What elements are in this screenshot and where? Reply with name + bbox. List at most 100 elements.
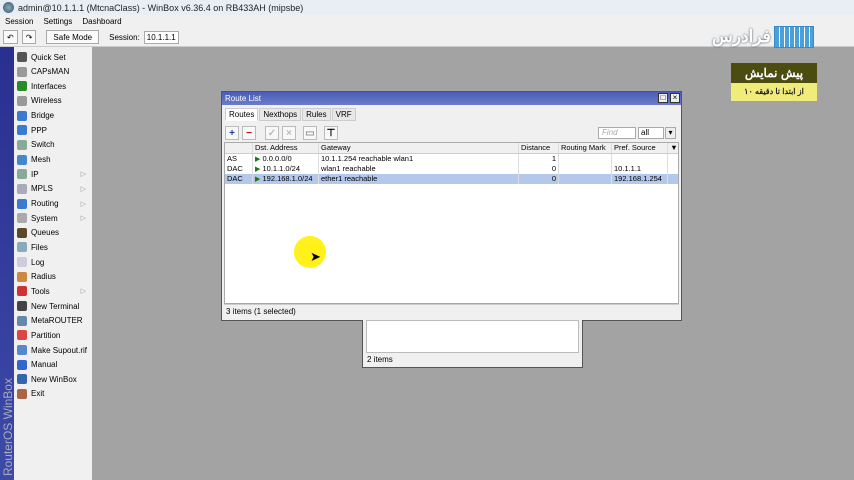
- watermark-logo: فرادرس: [712, 22, 847, 52]
- winbox-logo-icon: [3, 2, 14, 13]
- sidebar-item-wireless[interactable]: Wireless: [14, 94, 92, 108]
- routes-table: Dst. Address Gateway Distance Routing Ma…: [224, 142, 679, 304]
- filter-icon[interactable]: ⊤: [324, 126, 338, 140]
- menu-icon: [17, 330, 27, 341]
- find-input[interactable]: Find: [598, 127, 636, 139]
- cell-flags: AS: [225, 154, 253, 164]
- menu-icon: [17, 227, 27, 238]
- cell-distance: 0: [519, 174, 559, 184]
- route-flag-icon: ▶: [255, 176, 261, 183]
- col-mark[interactable]: Routing Mark: [559, 143, 612, 153]
- sidebar-item-quick-set[interactable]: Quick Set: [14, 50, 92, 64]
- session-field[interactable]: 10.1.1.1: [143, 30, 179, 44]
- sidebar-item-label: CAPsMAN: [31, 67, 70, 77]
- menu-icon: [17, 257, 27, 268]
- close-icon[interactable]: ×: [670, 93, 680, 103]
- sidebar-item-label: PPP: [31, 125, 48, 135]
- sidebar-item-capsman[interactable]: CAPsMAN: [14, 65, 92, 79]
- brand-text: RouterOS WinBox: [1, 377, 15, 476]
- col-distance[interactable]: Distance: [519, 143, 559, 153]
- sidebar-item-switch[interactable]: Switch: [14, 138, 92, 152]
- table-row[interactable]: DAC ▶ 192.168.1.0/24 ether1 reachable 0 192.…: [225, 174, 678, 184]
- menu-icon: [17, 52, 27, 62]
- sidebar-item-make-supout-rif[interactable]: Make Supout.rif: [14, 343, 92, 357]
- sidebar-item-mpls[interactable]: MPLS ▷: [14, 182, 92, 196]
- tab-rules[interactable]: Rules: [302, 108, 331, 121]
- cell-dst: 192.168.1.0/24: [262, 174, 313, 183]
- col-pref[interactable]: Pref. Source: [612, 143, 668, 153]
- tab-nexthops[interactable]: Nexthops: [259, 108, 302, 121]
- table-row[interactable]: AS ▶ 0.0.0.0/0 10.1.1.254 reachable wlan1 1: [225, 154, 678, 164]
- sidebar-item-label: Routing: [31, 199, 59, 208]
- sidebar-item-label: Interfaces: [31, 81, 67, 91]
- menu-session[interactable]: Session: [0, 17, 38, 26]
- sidebar-item-files[interactable]: Files: [14, 240, 92, 254]
- cell-flags: DAC: [225, 174, 253, 184]
- sidebar-item-interfaces[interactable]: Interfaces: [14, 79, 92, 93]
- filter-select[interactable]: all: [638, 127, 664, 139]
- sidebar-item-bridge[interactable]: Bridge: [14, 109, 92, 123]
- menu-icon: [17, 169, 27, 180]
- menu-icon: [17, 374, 27, 385]
- col-dst[interactable]: Dst. Address: [253, 143, 319, 153]
- sidebar-item-tools[interactable]: Tools ▷: [14, 284, 92, 298]
- safe-mode-button[interactable]: Safe Mode: [46, 30, 100, 44]
- cell-flags: DAC: [225, 164, 253, 174]
- route-list-titlebar[interactable]: Route List □ ×: [222, 92, 681, 105]
- background-window: 2 items: [362, 320, 583, 368]
- sidebar-item-mesh[interactable]: Mesh: [14, 153, 92, 167]
- enable-icon[interactable]: ✓: [265, 126, 279, 140]
- sidebar-item-ip[interactable]: IP ▷: [14, 167, 92, 181]
- sidebar-item-new-winbox[interactable]: New WinBox: [14, 372, 92, 386]
- submenu-arrow-icon: ▷: [80, 171, 86, 179]
- sidebar-item-label: MPLS: [31, 184, 53, 194]
- route-flag-icon: ▶: [255, 166, 261, 173]
- sidebar-item-radius[interactable]: Radius: [14, 270, 92, 284]
- sidebar-item-metarouter[interactable]: MetaROUTER: [14, 314, 92, 328]
- sidebar-item-manual[interactable]: Manual: [14, 358, 92, 372]
- menu-icon: [17, 301, 27, 312]
- add-icon[interactable]: +: [225, 126, 239, 140]
- submenu-arrow-icon: ▷: [80, 200, 86, 208]
- sidebar-item-log[interactable]: Log: [14, 255, 92, 269]
- sidebar-item-label: System: [31, 213, 58, 223]
- menu-icon: [17, 139, 27, 150]
- filter-dropdown-icon[interactable]: ▾: [665, 127, 676, 139]
- tab-vrf[interactable]: VRF: [331, 108, 356, 121]
- col-flags[interactable]: [225, 143, 253, 153]
- menu-icon: [17, 345, 27, 355]
- redo-button[interactable]: ↷: [21, 30, 37, 44]
- menu-icon: [17, 388, 27, 399]
- sidebar-item-partition[interactable]: Partition: [14, 328, 92, 342]
- col-gateway[interactable]: Gateway: [319, 143, 519, 153]
- maximize-icon[interactable]: □: [658, 93, 668, 103]
- sidebar-item-routing[interactable]: Routing ▷: [14, 197, 92, 211]
- sidebar-item-label: MetaROUTER: [31, 316, 83, 326]
- menu-icon: [17, 110, 27, 121]
- menu-icon: [17, 183, 27, 194]
- submenu-arrow-icon: ▷: [80, 185, 86, 193]
- brand-strip: RouterOS WinBox: [0, 47, 15, 480]
- table-row[interactable]: DAC ▶ 10.1.1.0/24 wlan1 reachable 0 10.1.1.1: [225, 164, 678, 174]
- sidebar-item-queues[interactable]: Queues: [14, 226, 92, 240]
- tab-routes[interactable]: Routes: [225, 108, 259, 121]
- menu-icon: [17, 359, 27, 370]
- columns-menu-icon[interactable]: ▼: [668, 143, 678, 153]
- menu-dashboard[interactable]: Dashboard: [77, 17, 126, 26]
- sidebar-item-exit[interactable]: Exit: [14, 387, 92, 401]
- route-flag-icon: ▶: [255, 156, 261, 163]
- remove-icon[interactable]: −: [242, 126, 256, 140]
- cell-distance: 1: [519, 154, 559, 164]
- disable-icon[interactable]: ×: [282, 126, 296, 140]
- sidebar-item-new-terminal[interactable]: New Terminal: [14, 299, 92, 313]
- sidebar-item-ppp[interactable]: PPP: [14, 123, 92, 137]
- menu-icon: [17, 213, 27, 224]
- comment-icon[interactable]: ▭: [303, 126, 317, 140]
- undo-button[interactable]: ↶: [3, 30, 18, 44]
- cell-dst: 10.1.1.0/24: [262, 164, 301, 173]
- back-window-status: 2 items: [367, 355, 393, 364]
- sidebar-item-system[interactable]: System ▷: [14, 211, 92, 225]
- sidebar-item-label: IP: [31, 169, 39, 179]
- menu-icon: [17, 242, 27, 253]
- menu-settings[interactable]: Settings: [38, 17, 77, 26]
